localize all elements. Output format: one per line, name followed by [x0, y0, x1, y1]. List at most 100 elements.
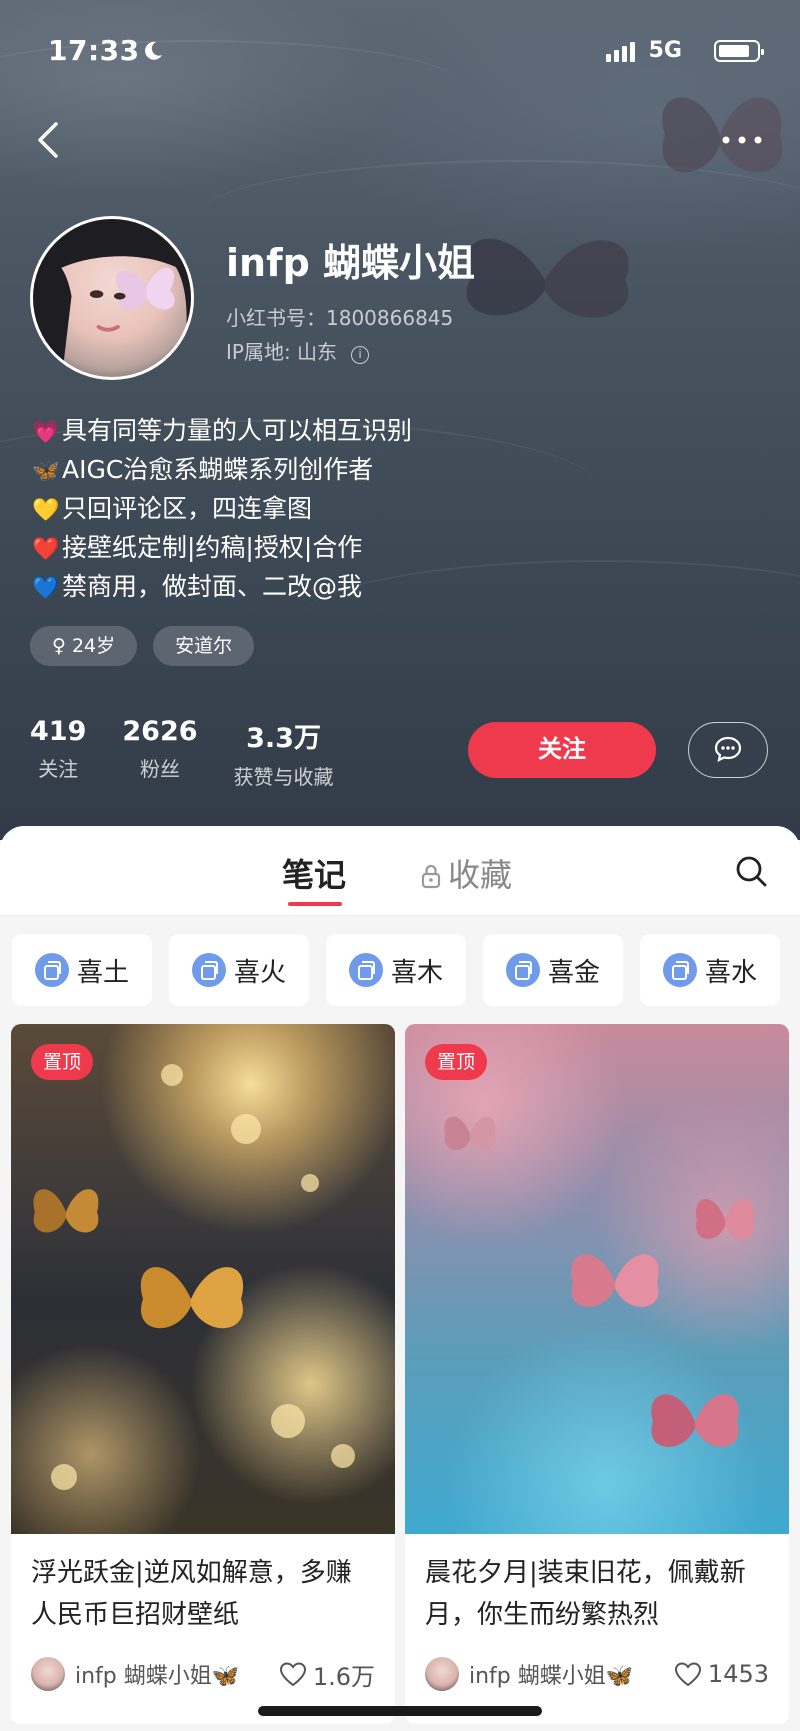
- red-id: 小红书号：1800866845: [226, 306, 454, 330]
- bio-line: ❤️ 接壁纸定制|约稿|授权|合作: [32, 529, 412, 568]
- collection-label: 喜水: [704, 957, 757, 988]
- note-title: 晨花夕月|装束旧花，佩戴新月，你生而纷繁热烈: [425, 1558, 746, 1630]
- collection-label: 喜土: [76, 957, 129, 988]
- heart-blue-icon: 💙: [32, 576, 60, 601]
- home-indicator[interactable]: [258, 1706, 542, 1716]
- bokeh-light: [231, 1114, 261, 1144]
- bokeh-light: [161, 1064, 183, 1086]
- clock: 17:33: [48, 34, 140, 67]
- pink-butterfly-icon: [696, 1198, 754, 1239]
- bio-line: 💗 具有同等力量的人可以相互识别: [32, 412, 412, 451]
- stat-label: 获赞与收藏: [233, 765, 334, 789]
- bokeh-light: [271, 1404, 305, 1438]
- content-sheet: 笔记 收藏 喜土 喜火 喜木 喜金 喜水 置顶 浮光跃金|逆风如解意，多赚人民币…: [0, 826, 800, 1731]
- golden-butterfly-icon: [140, 1267, 244, 1329]
- collection-item[interactable]: 喜木: [326, 934, 466, 1006]
- collection-icon: [505, 953, 540, 987]
- battery-icon: [714, 40, 764, 62]
- collection-label: 喜金: [547, 957, 600, 988]
- pinned-badge: 置顶: [425, 1044, 488, 1080]
- bio-line: 💙 禁商用，做封面、二改@我: [32, 568, 412, 607]
- more-options-icon[interactable]: [720, 128, 764, 152]
- info-icon[interactable]: i: [351, 346, 370, 364]
- bio-line: 🦋 AIGC治愈系蝴蝶系列创作者: [32, 451, 412, 490]
- active-tab-indicator: [288, 902, 342, 906]
- bio-line: 💛 只回评论区，四连拿图: [32, 490, 412, 529]
- stat-followers[interactable]: 2626 粉丝: [122, 716, 197, 790]
- stat-following[interactable]: 419 关注: [30, 716, 86, 790]
- bokeh-light: [301, 1174, 319, 1192]
- collection-item[interactable]: 喜火: [169, 934, 309, 1006]
- collection-label: 喜木: [390, 957, 443, 988]
- stat-label: 关注: [38, 757, 79, 781]
- butterfly-icon: 🦋: [32, 459, 60, 484]
- pink-butterfly-icon: [571, 1254, 659, 1307]
- pink-butterfly-icon: [651, 1394, 739, 1447]
- nickname: infp 蝴蝶小姐: [226, 241, 476, 285]
- note-cover-image[interactable]: 置顶: [405, 1024, 789, 1534]
- lock-icon: [421, 864, 441, 889]
- stat-number: 419: [30, 716, 87, 747]
- stat-number: 2626: [122, 716, 198, 747]
- collection-icon: [662, 953, 697, 987]
- heart-pink-icon: 💗: [32, 420, 60, 445]
- follow-button[interactable]: 关注: [468, 722, 656, 778]
- stat-likes[interactable]: 3.3万 获赞与收藏: [234, 716, 334, 790]
- bio-text: 禁商用，做封面、二改@我: [62, 572, 363, 601]
- tab-favorites-label: 收藏: [448, 856, 513, 894]
- tab-favorites[interactable]: 收藏: [420, 850, 512, 896]
- collection-item[interactable]: 喜土: [12, 934, 152, 1006]
- signal-icon: [606, 42, 635, 62]
- collection-icon: [348, 953, 383, 987]
- tag-age: ♀ 24岁: [30, 626, 138, 666]
- collection-icon: [34, 953, 69, 987]
- avatar[interactable]: [30, 216, 194, 380]
- heart-yellow-icon: 💛: [32, 498, 60, 523]
- chat-bubble-icon: [714, 736, 742, 762]
- note-footer: infp 蝴蝶小姐🦋 1453: [425, 1654, 769, 1694]
- note-cover-image[interactable]: 置顶: [11, 1024, 395, 1534]
- ip-location: IP属地: 山东 i: [226, 336, 370, 365]
- collection-item[interactable]: 喜金: [483, 934, 623, 1006]
- bokeh-light: [331, 1444, 355, 1468]
- heart-red-icon: ❤️: [32, 537, 60, 562]
- pinned-badge: 置顶: [31, 1044, 94, 1080]
- notes-grid: 置顶 浮光跃金|逆风如解意，多赚人民币巨招财壁纸 infp 蝴蝶小姐🦋 1.6万: [11, 1024, 789, 1724]
- like-count: 1453: [707, 1660, 769, 1688]
- stat-number: 3.3万: [246, 723, 321, 754]
- golden-butterfly-icon: [33, 1189, 99, 1233]
- collection-list: 喜土 喜火 喜木 喜金 喜水: [12, 934, 780, 1006]
- bio-text: 只回评论区，四连拿图: [62, 494, 313, 523]
- message-button[interactable]: [688, 722, 768, 778]
- note-card[interactable]: 置顶 浮光跃金|逆风如解意，多赚人民币巨招财壁纸 infp 蝴蝶小姐🦋 1.6万: [11, 1024, 395, 1724]
- heart-icon[interactable]: [674, 1661, 702, 1687]
- tab-notes[interactable]: 笔记: [282, 850, 346, 896]
- collection-label: 喜火: [233, 957, 286, 988]
- bio-text: 接壁纸定制|约稿|授权|合作: [62, 533, 363, 562]
- author-avatar[interactable]: [31, 1657, 65, 1691]
- collection-icon: [191, 953, 226, 987]
- search-icon[interactable]: [734, 854, 768, 888]
- bio-text: 具有同等力量的人可以相互识别: [62, 416, 413, 445]
- note-card[interactable]: 置顶 晨花夕月|装束旧花，佩戴新月，你生而纷繁热烈 infp 蝴蝶小姐🦋 145…: [405, 1024, 789, 1724]
- bio: 💗 具有同等力量的人可以相互识别 🦋 AIGC治愈系蝴蝶系列创作者 💛 只回评论区，四…: [32, 412, 412, 607]
- tab-bar: 笔记 收藏: [0, 826, 800, 916]
- network-type: 5G: [648, 38, 682, 63]
- stat-label: 粉丝: [139, 757, 180, 781]
- back-arrow-icon[interactable]: [34, 120, 64, 160]
- ip-location-text: IP属地: 山东: [226, 340, 338, 364]
- note-title: 浮光跃金|逆风如解意，多赚人民币巨招财壁纸: [31, 1558, 352, 1630]
- author-name[interactable]: infp 蝴蝶小姐🦋: [75, 1658, 279, 1690]
- author-avatar[interactable]: [425, 1657, 459, 1691]
- profile-stats: 419 关注 2626 粉丝 3.3万 获赞与收藏: [30, 716, 370, 790]
- note-footer: infp 蝴蝶小姐🦋 1.6万: [31, 1654, 375, 1694]
- like-count: 1.6万: [312, 1662, 375, 1691]
- profile-tags: ♀ 24岁 安道尔: [30, 626, 255, 666]
- tag-location: 安道尔: [153, 626, 255, 666]
- heart-icon[interactable]: [279, 1661, 307, 1687]
- bio-text: AIGC治愈系蝴蝶系列创作者: [62, 455, 374, 484]
- bokeh-light: [51, 1464, 77, 1490]
- profile-header: 17:33 5G infp 蝴蝶小姐 小红书号：1800866845 IP属地:…: [0, 0, 800, 840]
- author-name[interactable]: infp 蝴蝶小姐🦋: [469, 1658, 674, 1690]
- collection-item[interactable]: 喜水: [640, 934, 780, 1006]
